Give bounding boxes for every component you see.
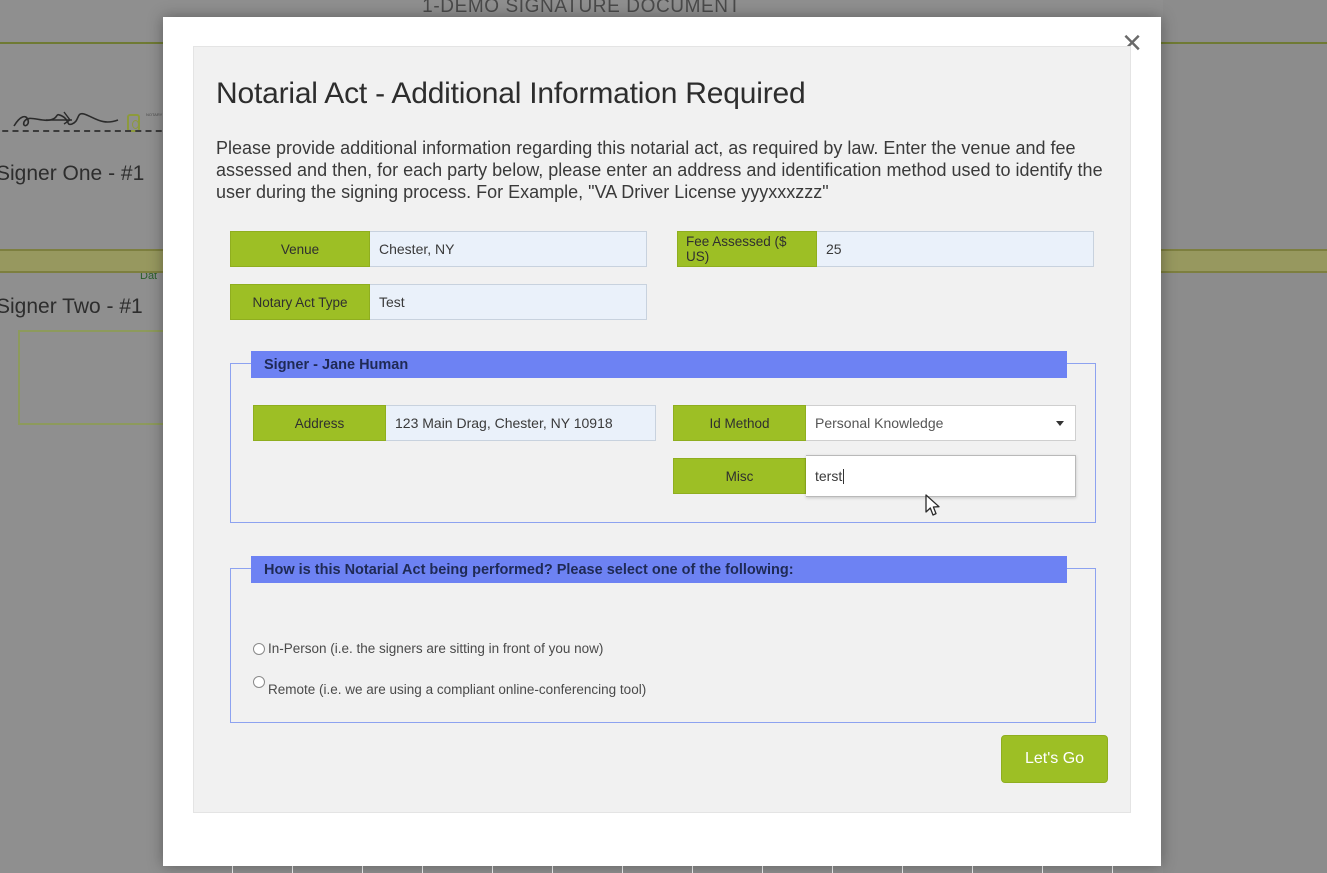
- radio-option-remote[interactable]: Remote (i.e. we are using a compliant on…: [253, 674, 653, 706]
- id-method-field: Id Method Personal Knowledge: [673, 405, 1076, 441]
- chevron-down-icon: [1056, 421, 1064, 426]
- radio-option-remote-label: Remote (i.e. we are using a compliant on…: [268, 674, 646, 706]
- radio-option-in-person-label: In-Person (i.e. the signers are sitting …: [268, 641, 603, 656]
- page-title: Notarial Act - Additional Information Re…: [216, 77, 1108, 111]
- notary-act-type-label: Notary Act Type: [230, 284, 370, 320]
- id-method-value: Personal Knowledge: [815, 415, 943, 431]
- fee-assessed-input[interactable]: 25: [817, 231, 1094, 267]
- address-label: Address: [253, 405, 386, 441]
- radio-icon[interactable]: [253, 676, 265, 688]
- address-field: Address 123 Main Drag, Chester, NY 10918: [253, 405, 656, 441]
- misc-input[interactable]: terst: [806, 455, 1076, 497]
- radio-option-in-person[interactable]: In-Person (i.e. the signers are sitting …: [253, 641, 1095, 656]
- notary-act-type-input[interactable]: Test: [370, 284, 647, 320]
- modal-overlay: × Notarial Act - Additional Information …: [0, 0, 1327, 873]
- performed-panel: How is this Notarial Act being performed…: [230, 568, 1096, 723]
- top-fields: Venue Chester, NY Fee Assessed ($ US) 25…: [230, 231, 1108, 346]
- text-cursor: [843, 469, 844, 484]
- id-method-select[interactable]: Personal Knowledge: [806, 405, 1076, 441]
- radio-icon[interactable]: [253, 643, 265, 655]
- notary-act-type-field: Notary Act Type Test: [230, 284, 647, 320]
- modal-description: Please provide additional information re…: [216, 137, 1106, 203]
- venue-field: Venue Chester, NY: [230, 231, 647, 267]
- modal-body: Notarial Act - Additional Information Re…: [193, 46, 1131, 813]
- misc-label: Misc: [673, 458, 806, 494]
- signer-panel: Signer - Jane Human Address 123 Main Dra…: [230, 363, 1096, 523]
- submit-button[interactable]: Let's Go: [1001, 735, 1108, 783]
- fee-assessed-field: Fee Assessed ($ US) 25: [677, 231, 1094, 267]
- misc-value: terst: [815, 468, 842, 484]
- notarial-act-modal: × Notarial Act - Additional Information …: [163, 17, 1161, 866]
- id-method-label: Id Method: [673, 405, 806, 441]
- misc-field: Misc terst: [673, 458, 1076, 494]
- venue-label: Venue: [230, 231, 370, 267]
- signer-fields: Address 123 Main Drag, Chester, NY 10918…: [231, 364, 1095, 484]
- performed-options: In-Person (i.e. the signers are sitting …: [231, 569, 1095, 706]
- venue-input[interactable]: Chester, NY: [370, 231, 647, 267]
- address-input[interactable]: 123 Main Drag, Chester, NY 10918: [386, 405, 656, 441]
- fee-assessed-label: Fee Assessed ($ US): [677, 231, 817, 267]
- performed-panel-header: How is this Notarial Act being performed…: [251, 556, 1067, 583]
